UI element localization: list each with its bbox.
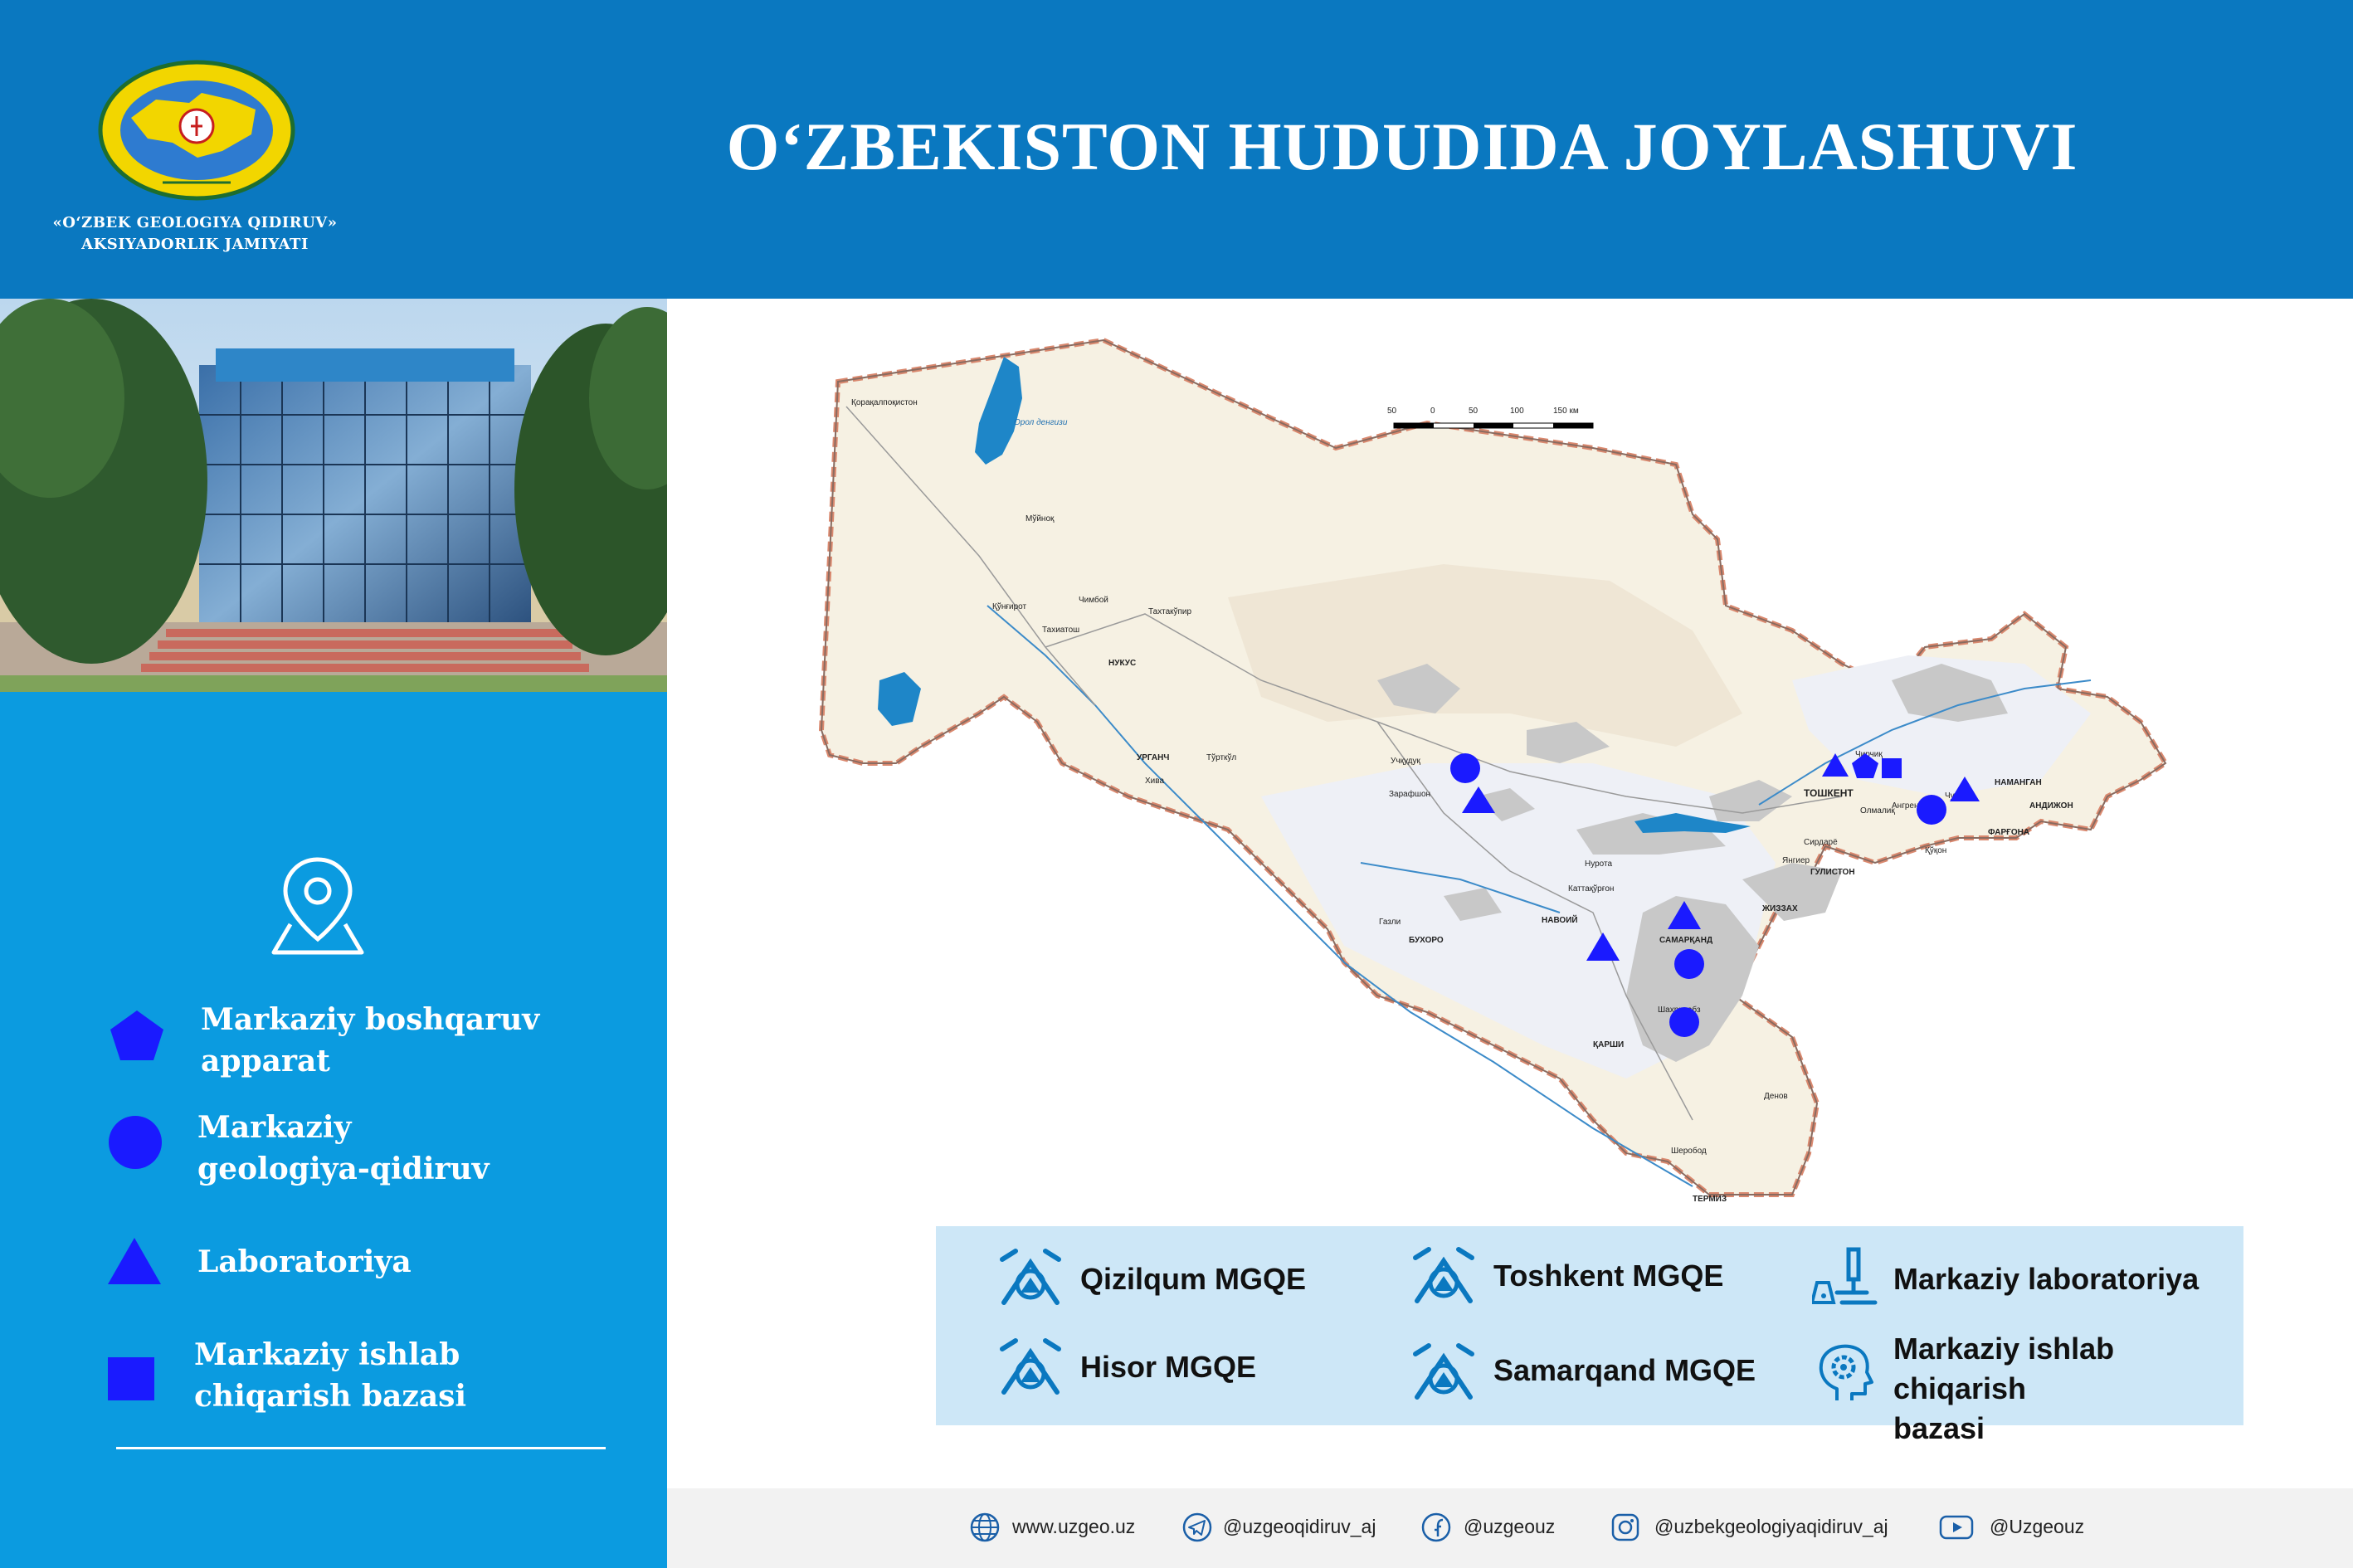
branch-label-toshkent: Toshkent MGQE [1493,1259,1724,1293]
city-label: Шеробод [1671,1146,1707,1156]
telegram-icon [1182,1512,1212,1542]
legend-label-production-base: Markaziy ishlab chiqarish bazasi [194,1337,467,1414]
city-label: НАВОИЙ [1542,914,1578,925]
city-label: АНДИЖОН [2029,801,2073,811]
scale-label: 0 [1430,407,1435,416]
gear-head-icon [1819,1344,1873,1400]
city-label: ЖИЗЗАХ [1761,904,1798,913]
legend-label-central-exploration: Markaziy geologiya-qidiruv [197,1110,490,1186]
youtube-icon [1939,1515,1974,1540]
city-label: Хива [1145,777,1164,786]
branches-info-box: Qizilqum MGQE Toshkent MGQE Markaziy lab… [936,1226,2243,1445]
city-label: Қўнғирот [992,601,1026,611]
city-label: Тўрткўл [1206,752,1236,762]
city-label: ГУЛИСТОН [1810,868,1855,877]
marker-circle [1450,753,1480,783]
scale-label: 50 [1469,407,1479,416]
legend-label-central-office: Markaziy boshqaruv apparat [201,1002,540,1079]
legend-square-shape [108,1357,154,1400]
city-label: Мўйноқ [1025,514,1055,523]
legend-triangle-shape [108,1238,161,1284]
crossed-hammers-mountain-icon [1413,1247,1474,1303]
city-label: Олмалиқ [1860,806,1895,816]
crossed-hammers-mountain-icon [1000,1338,1061,1395]
marker-circle [1669,1007,1699,1037]
org-name-line1: «O‘ZBEK GEOLOGIYA QIDIRUV» [52,214,338,231]
sea-label: Орол денгизи [1014,418,1068,427]
youtube-link[interactable]: @Uzgeouz [1990,1512,2084,1541]
website-link[interactable]: www.uzgeo.uz [1012,1512,1135,1541]
marker-square [1882,758,1902,778]
city-label: ҚАРШИ [1593,1040,1624,1049]
city-label: Тахиатош [1042,626,1079,635]
legend-circle-shape [109,1116,162,1169]
city-label: Қорақалпоқистон [851,398,918,407]
microscope-icon [1812,1247,1878,1305]
city-label: НАМАНГАН [1995,778,2042,787]
city-label: НУКУС [1108,659,1136,668]
header-banner: «O‘ZBEK GEOLOGIYA QIDIRUV» AKSIYADORLIK … [0,0,2353,299]
marker-circle [1917,795,1946,825]
facebook-icon [1421,1512,1451,1542]
city-label: Ангрен [1892,801,1919,811]
branch-label-production-base: Markaziy ishlab chiqarish bazasi [1893,1332,2115,1445]
city-label: Денов [1764,1092,1788,1101]
company-logo [98,60,295,201]
crossed-hammers-mountain-icon [1413,1343,1474,1400]
location-pin-icon [271,857,364,955]
legend-pentagon-shape [110,1010,163,1060]
city-label: БУХОРО [1409,936,1444,945]
instagram-icon [1611,1513,1639,1541]
city-label: Учқудуқ [1391,757,1420,766]
city-label: Зарафшон [1389,789,1430,799]
city-label: Каттақўрғон [1568,884,1614,894]
city-label: ТЕРМИЗ [1693,1195,1727,1204]
legend-panel: Markaziy boshqaruv apparat Markaziy geolog… [0,692,667,1568]
branch-label-central-lab: Markaziy laboratoriya [1893,1262,2200,1296]
scale-bar: 50 0 50 100 150 км [1387,407,1594,429]
scale-label: 100 [1510,407,1524,416]
legend-label-laboratory: Laboratoriya [197,1244,412,1279]
legend-divider [116,1447,606,1449]
scale-label: 50 [1387,407,1397,416]
city-label: Сирдарё [1804,838,1838,847]
org-name-line2: AKSIYADORLIK JAMIYATI [81,236,309,253]
city-label: Янгиер [1782,856,1810,865]
city-label: Қўқон [1925,845,1946,855]
instagram-link[interactable]: @uzbekgeologiyaqidiruv_aj [1654,1512,1888,1541]
city-label: Газли [1379,918,1401,927]
page-title: O‘ZBEKISTON HUDUDIDA JOYLASHUVI [726,109,2078,184]
uzbekistan-map: 50 0 50 100 150 км Орол денгизи Қорақалп… [818,337,2170,1204]
branch-label-qizilqum: Qizilqum MGQE [1080,1262,1307,1296]
city-label: САМАРҚАНД [1659,936,1712,945]
scale-label: 150 км [1553,407,1579,416]
city-label: УРГАНЧ [1137,753,1169,762]
telegram-link[interactable]: @uzgeoqidiruv_aj [1223,1512,1376,1541]
branch-label-samarqand: Samarqand MGQE [1493,1353,1756,1387]
city-label: Чимбой [1079,595,1108,605]
city-label: ФАРҒОНА [1988,828,2029,837]
crossed-hammers-mountain-icon [1000,1249,1061,1305]
facebook-link[interactable]: @uzgeouz [1464,1512,1555,1541]
building-photo [0,299,667,692]
city-label: ТОШКЕНТ [1804,787,1854,799]
globe-icon [970,1512,1000,1542]
city-label: Тахтакўпир [1148,606,1192,616]
branch-label-hisor: Hisor MGQE [1080,1350,1257,1384]
city-label: Нурота [1585,859,1612,869]
marker-circle [1674,949,1704,979]
